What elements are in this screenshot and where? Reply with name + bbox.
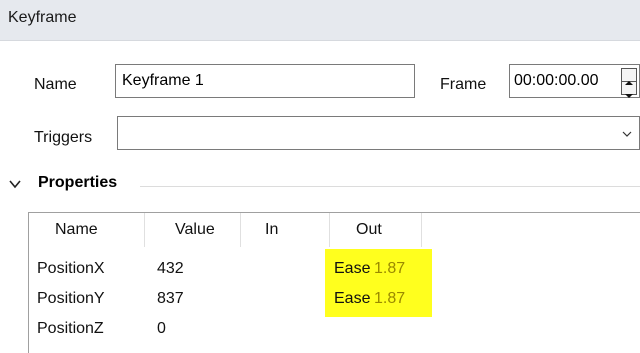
out-ease-mode[interactable]: Ease <box>334 287 370 311</box>
out-ease-value[interactable]: 1.87 <box>374 287 405 311</box>
property-name[interactable]: PositionZ <box>37 317 104 341</box>
column-separator <box>144 213 145 247</box>
out-ease-value[interactable]: 1.87 <box>374 257 405 281</box>
frame-value: 00:00:00.00 <box>514 72 599 89</box>
triggers-dropdown[interactable] <box>117 116 640 150</box>
properties-title: Properties <box>38 174 118 191</box>
chevron-down-icon <box>622 131 632 137</box>
properties-grid[interactable]: Name Value In Out PositionX 432 Ease 1.8… <box>28 212 640 353</box>
window-titlebar: Keyframe <box>0 0 640 41</box>
frame-label: Frame <box>440 76 487 93</box>
column-separator <box>240 213 241 247</box>
spinner-up-icon[interactable] <box>622 69 636 85</box>
out-ease-mode[interactable]: Ease <box>334 257 370 281</box>
name-label: Name <box>34 76 77 93</box>
column-header-out[interactable]: Out <box>356 213 382 247</box>
column-header-value[interactable]: Value <box>175 213 215 247</box>
column-header-name[interactable]: Name <box>55 213 98 247</box>
spinner-down-icon[interactable] <box>622 82 636 98</box>
collapse-chevron-icon[interactable] <box>8 178 22 190</box>
triggers-label: Triggers <box>34 129 93 146</box>
column-separator <box>421 213 422 247</box>
window-title: Keyframe <box>8 9 77 26</box>
column-header-in[interactable]: In <box>265 213 278 247</box>
column-separator <box>329 213 330 247</box>
frame-timecode-input[interactable]: 00:00:00.00 <box>509 64 640 98</box>
section-divider <box>140 186 640 187</box>
property-value[interactable]: 0 <box>157 317 166 341</box>
property-value[interactable]: 432 <box>157 257 184 281</box>
property-value[interactable]: 837 <box>157 287 184 311</box>
property-name[interactable]: PositionY <box>37 287 105 311</box>
property-name[interactable]: PositionX <box>37 257 105 281</box>
name-input[interactable]: Keyframe 1 <box>115 64 415 98</box>
frame-spinner[interactable] <box>621 68 637 98</box>
